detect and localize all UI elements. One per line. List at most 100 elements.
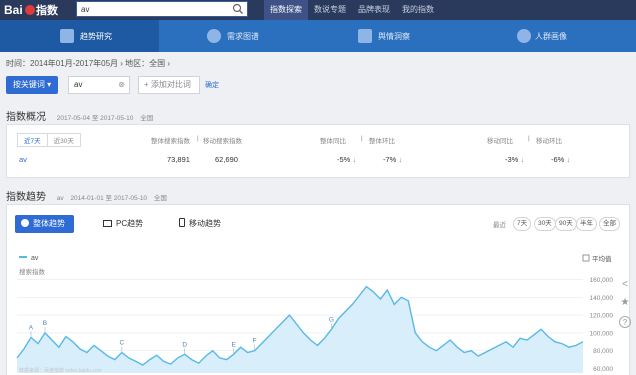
- yoy-text: -5%: [337, 155, 351, 164]
- search-box[interactable]: [76, 1, 248, 17]
- tab-overall-trend[interactable]: 整体趋势: [15, 215, 74, 233]
- analysis-tabs: 趋势研究 需求图谱 舆情洞察 人群画像: [0, 20, 636, 52]
- baidu-index-logo[interactable]: Bai 指数: [4, 1, 62, 19]
- mobile-mom-text: -6%: [551, 155, 565, 164]
- down-arrow-icon: ↓: [352, 155, 357, 164]
- trend-title: 指数趋势: [6, 192, 46, 203]
- range-7-days[interactable]: 7天: [513, 217, 532, 231]
- annotation-marker: B: [43, 320, 47, 327]
- overview-date-range: 2017-05-04 至 2017-05-10: [56, 115, 134, 122]
- tab-demand-map[interactable]: 需求图谱: [159, 20, 318, 52]
- annotation-marker: A: [29, 324, 34, 331]
- trend-panel: 整体趋势 PC趋势 移动趋势 最近 7天 30天 90天 半年 全部 av 平均值…: [6, 204, 630, 375]
- tab-label: PC趋势: [116, 219, 144, 228]
- range-90-days[interactable]: 90天: [555, 217, 577, 231]
- mobile-yoy-text: -3%: [505, 155, 519, 164]
- keyword-value: av: [74, 80, 83, 89]
- filter-breadcrumb[interactable]: 时间：2014年01月-2017年05月 › 地区：全国 ›: [6, 58, 170, 69]
- search-icon[interactable]: [231, 3, 245, 15]
- top-nav-brand[interactable]: 品牌表现: [352, 0, 396, 20]
- clear-icon[interactable]: ⊗: [118, 77, 125, 93]
- pie-icon: [21, 219, 29, 227]
- phone-icon: [179, 218, 185, 227]
- tab-audience[interactable]: 人群画像: [477, 20, 636, 52]
- tab-label: 趋势研究: [80, 32, 112, 41]
- monitor-icon: [103, 220, 112, 227]
- mom-text: -7%: [383, 155, 397, 164]
- tab-label: 整体趋势: [33, 219, 65, 228]
- tab-trend-research[interactable]: 趋势研究: [0, 20, 159, 52]
- range-half-year[interactable]: 半年: [576, 217, 597, 231]
- demand-icon: [207, 29, 221, 43]
- header-mobile-yoy: 移动同比: [487, 138, 513, 145]
- recent-label: 最近: [493, 222, 506, 229]
- annotation-marker: F: [253, 338, 257, 345]
- range-30-days[interactable]: 30天: [534, 217, 556, 231]
- add-compare-input[interactable]: + 添加对比词: [138, 76, 200, 94]
- y-axis-label: 搜索指数: [19, 267, 46, 276]
- svg-text:指数: 指数: [36, 3, 59, 17]
- confirm-button[interactable]: 确定: [205, 80, 219, 90]
- tab-mobile-trend[interactable]: 移动趋势: [179, 215, 221, 233]
- trend-date-range: 2014-01-01 至 2017-05-10: [70, 195, 148, 202]
- legend-swatch: [19, 256, 27, 258]
- average-checkbox: [582, 254, 590, 262]
- period-tabs: 近7天 近30天: [17, 133, 81, 147]
- top-nav-my-index[interactable]: 我的指数: [396, 0, 440, 20]
- overview-heading: 指数概况 2017-05-04 至 2017-05-10 全国: [6, 108, 153, 123]
- annotation-marker: G: [329, 316, 334, 323]
- mom-value: -7% ↓: [383, 155, 402, 164]
- star-icon[interactable]: ★: [618, 296, 632, 310]
- mobile-yoy-value: -3% ↓: [505, 155, 524, 164]
- search-input[interactable]: [81, 3, 231, 15]
- down-arrow-icon: ↓: [566, 155, 571, 164]
- overview-region: 全国: [140, 115, 154, 122]
- logo-graphic: Bai 指数: [4, 3, 59, 17]
- overall-index-value: 73,891: [167, 155, 190, 164]
- header-mom: 整体环比: [369, 138, 395, 145]
- mobile-index-value: 62,690: [215, 155, 238, 164]
- watermark: 数据来源：百度指数 index.baidu.com: [19, 367, 102, 374]
- down-arrow-icon: ↓: [520, 155, 525, 164]
- trend-keyword: av: [56, 195, 64, 202]
- range-all[interactable]: 全部: [599, 217, 620, 231]
- share-icon[interactable]: <: [618, 278, 632, 292]
- top-nav-topics[interactable]: 数说专题: [308, 0, 352, 20]
- overview-title: 指数概况: [6, 112, 46, 123]
- help-icon[interactable]: ?: [619, 316, 631, 328]
- top-nav: 指数探索 数说专题 品牌表现 我的指数: [264, 0, 440, 20]
- annotation-marker: C: [119, 340, 124, 347]
- overview-panel: 近7天 近30天 整体搜索指数 | 移动搜索指数 整体同比 | 整体环比 移动同…: [6, 124, 630, 178]
- top-bar: Bai 指数 指数探索 数说专题 品牌表现 我的指数: [0, 0, 636, 20]
- annotation-marker: D: [182, 341, 187, 348]
- y-tick-label: 80,000: [593, 348, 613, 355]
- tab-sentiment[interactable]: 舆情洞察: [318, 20, 477, 52]
- average-label: 平均值: [592, 254, 612, 263]
- trend-heading: 指数趋势 av 2014-01-01 至 2017-05-10 全国: [6, 188, 167, 203]
- header-separator: |: [361, 135, 363, 142]
- keyword-mode-button[interactable]: 按关键词 ▾: [6, 76, 58, 94]
- series-area: [17, 286, 583, 373]
- trend-region: 全国: [153, 195, 167, 202]
- tab-pc-trend[interactable]: PC趋势: [103, 215, 143, 233]
- yoy-value: -5% ↓: [337, 155, 356, 164]
- trend-chart[interactable]: av 平均值搜索指数 160,000 140,000 120,000 100,000 80,…: [9, 245, 615, 375]
- y-tick-label: 100,000: [590, 330, 614, 337]
- header-mobile: 移动搜索指数: [203, 138, 242, 145]
- y-tick-label: 120,000: [590, 313, 614, 320]
- annotation-marker: E: [231, 341, 236, 348]
- header-separator: |: [197, 135, 199, 142]
- legend-label: av: [31, 255, 39, 262]
- header-overall: 整体搜索指数: [151, 138, 190, 145]
- tab-label: 移动趋势: [189, 219, 221, 228]
- overview-keyword[interactable]: av: [19, 155, 27, 164]
- tab-label: 舆情洞察: [378, 32, 410, 41]
- top-nav-explore[interactable]: 指数探索: [264, 0, 308, 20]
- keyword-input[interactable]: av ⊗: [68, 76, 130, 94]
- down-arrow-icon: ↓: [398, 155, 403, 164]
- tab-30-days[interactable]: 近30天: [48, 134, 80, 146]
- mobile-mom-value: -6% ↓: [551, 155, 570, 164]
- tab-7-days[interactable]: 近7天: [18, 134, 48, 146]
- tab-label: 需求图谱: [227, 32, 259, 41]
- svg-text:Bai: Bai: [4, 3, 23, 17]
